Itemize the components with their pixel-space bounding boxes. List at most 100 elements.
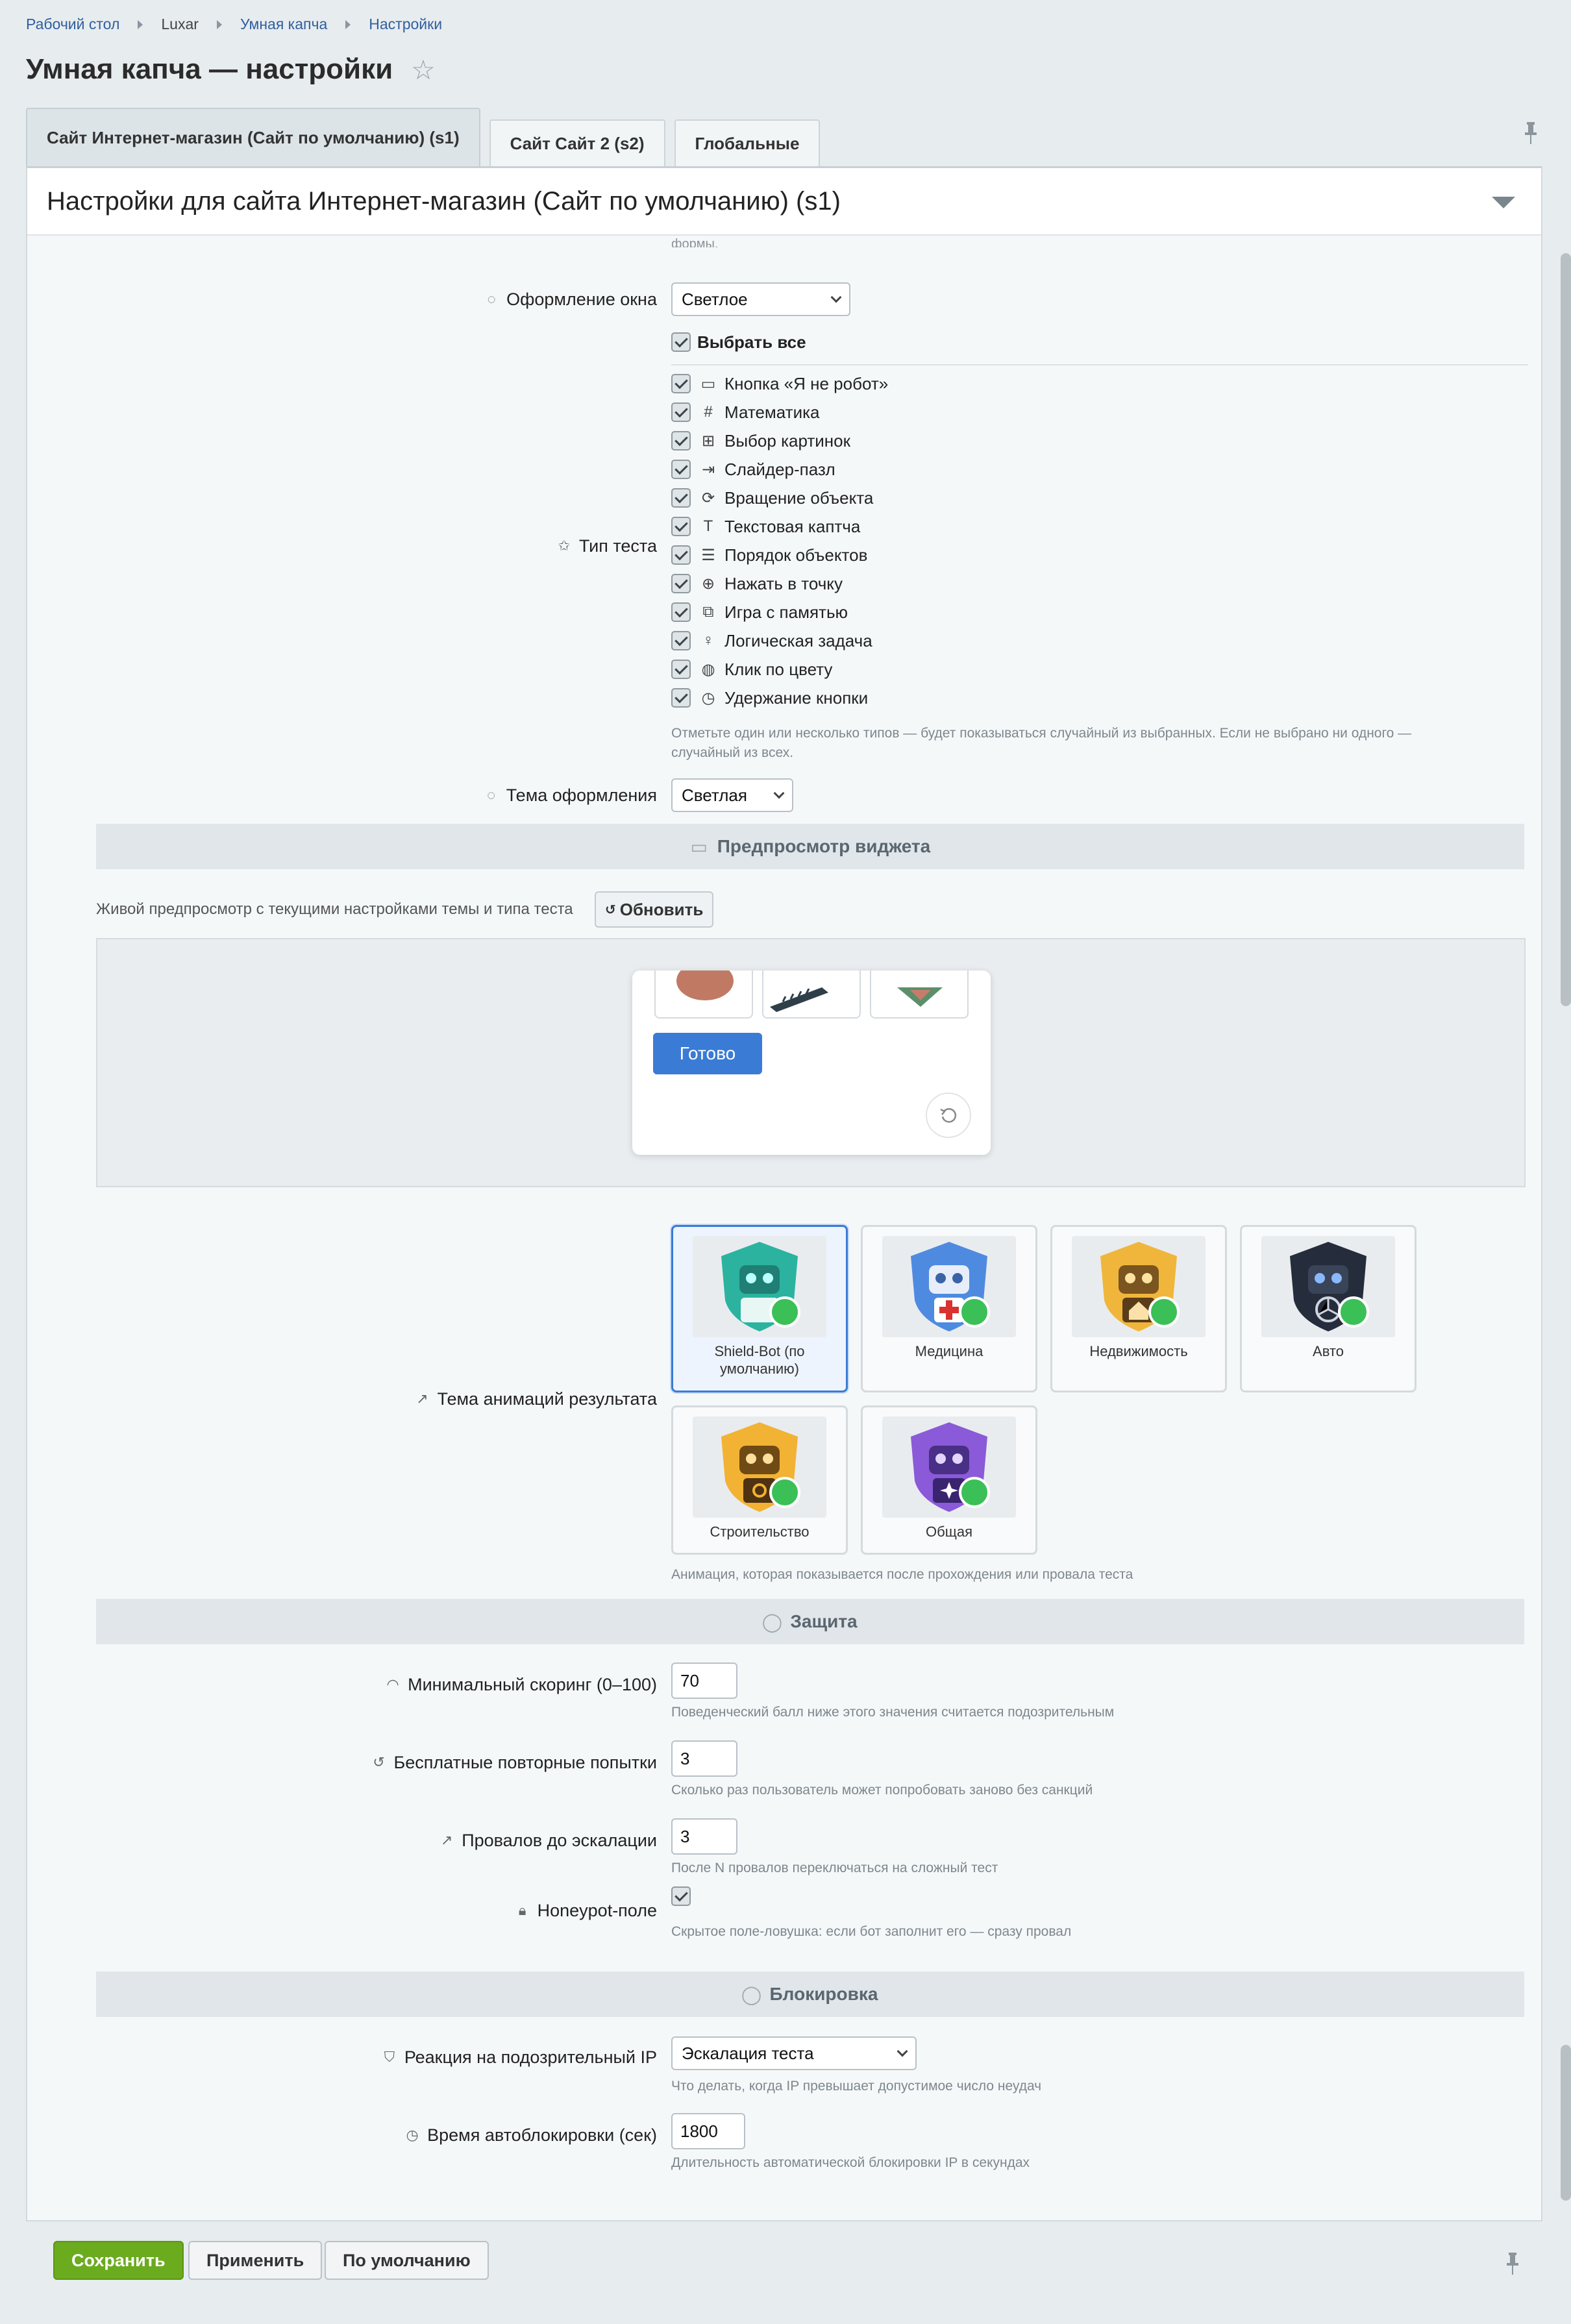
divider <box>671 364 1528 365</box>
checkbox[interactable] <box>671 602 691 622</box>
shield-icon: ⛉ <box>384 2049 395 2065</box>
tab-global[interactable]: Глобальные <box>674 119 821 166</box>
robot-construction-icon <box>693 1416 826 1518</box>
window-style-select[interactable]: Светлое <box>671 282 850 316</box>
autoblock-help: Длительность автоматической блокировки I… <box>671 2155 1030 2170</box>
done-button[interactable]: Готово <box>653 1033 762 1074</box>
anim-theme-card-shield-bot[interactable]: Shield-Bot (по умолчанию) <box>671 1225 848 1392</box>
pin-icon[interactable] <box>1523 121 1539 145</box>
default-button[interactable]: По умолчанию <box>325 2241 489 2280</box>
breadcrumb-separator-icon <box>216 19 222 29</box>
scrollbar[interactable] <box>1561 2045 1571 2201</box>
checkbox[interactable] <box>671 402 691 422</box>
test-type-item[interactable]: ⟳ Вращение объекта <box>671 485 873 511</box>
reload-icon[interactable] <box>926 1093 971 1138</box>
panel-header[interactable]: Настройки для сайта Интернет-магазин (Са… <box>27 168 1541 236</box>
checkbox[interactable] <box>671 460 691 479</box>
suspicious-ip-help: Что делать, когда IP превышает допустимо… <box>671 2079 1042 2094</box>
test-type-item[interactable]: ◷ Удержание кнопки <box>671 685 868 711</box>
favorite-star-icon[interactable]: ☆ <box>411 54 436 86</box>
checkbox[interactable] <box>671 574 691 593</box>
select-all-checkbox-row[interactable]: Выбрать все <box>671 329 806 355</box>
checkbox[interactable] <box>671 517 691 536</box>
preview-section-header: ▭ Предпросмотр виджета <box>96 824 1524 869</box>
card-caption: Shield-Bot (по умолчанию) <box>714 1343 805 1377</box>
test-type-item[interactable]: ⊕ Нажать в точку <box>671 571 843 597</box>
checkbox[interactable] <box>671 431 691 451</box>
retry-icon: ↺ <box>373 1754 385 1770</box>
slider-icon: ⇥ <box>701 460 715 478</box>
collapse-caret-icon[interactable] <box>1492 197 1515 208</box>
chevron-down-icon <box>897 2046 908 2057</box>
test-type-item[interactable]: # Математика <box>671 399 820 425</box>
captcha-widget: Готово <box>632 970 991 1155</box>
image-option[interactable] <box>762 970 861 1019</box>
theme-select[interactable]: Светлая <box>671 778 793 812</box>
shield-icon: ◯ <box>741 1984 762 2005</box>
gauge-icon: ◠ <box>386 1676 399 1692</box>
anim-theme-card-auto[interactable]: Авто <box>1240 1225 1416 1392</box>
test-type-item[interactable]: ⊞ Выбор картинок <box>671 428 850 454</box>
star-icon: ✩ <box>558 538 571 554</box>
test-type-item[interactable]: ♀ Логическая задача <box>671 628 872 654</box>
checkbox[interactable] <box>671 374 691 393</box>
breadcrumb-smart-captcha[interactable]: Умная капча <box>240 16 327 33</box>
autoblock-label: ◷ Время автоблокировки (сек) <box>404 2122 657 2148</box>
free-retries-label: ↺ Бесплатные повторные попытки <box>371 1749 657 1775</box>
honeypot-checkbox-row[interactable] <box>671 1883 691 1909</box>
refresh-icon: ↺ <box>605 902 616 917</box>
test-type-item[interactable]: ⇥ Слайдер-пазл <box>671 456 835 482</box>
tab-site-s1[interactable]: Сайт Интернет-магазин (Сайт по умолчанию… <box>26 108 480 166</box>
checkbox[interactable] <box>671 545 691 565</box>
checkbox[interactable] <box>671 660 691 679</box>
test-type-item[interactable]: ☰ Порядок объектов <box>671 542 867 568</box>
clock-icon: ◷ <box>406 2127 419 2143</box>
theme-label: ◌ Тема оформления <box>483 778 657 812</box>
test-type-item[interactable]: ◍ Клик по цвету <box>671 656 832 682</box>
anim-theme-card-construction[interactable]: Строительство <box>671 1405 848 1555</box>
checkbox[interactable] <box>671 688 691 708</box>
breadcrumb-settings[interactable]: Настройки <box>369 16 442 33</box>
robot-shield-icon <box>693 1236 826 1337</box>
checkbox[interactable] <box>671 631 691 650</box>
min-score-help: Поведенческий балл ниже этого значения с… <box>671 1705 1115 1720</box>
anim-theme-card-realestate[interactable]: Недвижимость <box>1050 1225 1227 1392</box>
anim-theme-card-medicine[interactable]: Медицина <box>861 1225 1037 1392</box>
page-title-text: Умная капча — настройки <box>26 53 393 85</box>
apply-button[interactable]: Применить <box>188 2241 323 2280</box>
chevron-down-icon <box>773 787 785 799</box>
honeypot-checkbox[interactable] <box>671 1886 691 1906</box>
breadcrumb-desktop[interactable]: Рабочий стол <box>26 16 119 33</box>
free-retries-input[interactable] <box>671 1740 737 1777</box>
card-caption: Строительство <box>710 1524 810 1540</box>
save-button[interactable]: Сохранить <box>53 2241 184 2280</box>
anim-theme-card-general[interactable]: Общая <box>861 1405 1037 1555</box>
test-type-item[interactable]: ⧉ Игра с памятью <box>671 599 848 625</box>
fails-escalation-label: ↗ Провалов до эскалации <box>438 1827 657 1853</box>
checkbox[interactable] <box>671 488 691 508</box>
image-option[interactable] <box>870 970 969 1019</box>
hash-icon: # <box>704 403 713 421</box>
autoblock-input[interactable] <box>671 2113 745 2149</box>
fails-escalation-input[interactable] <box>671 1818 737 1855</box>
trend-icon: ↗ <box>440 1832 453 1848</box>
rotate-icon: ⟳ <box>701 489 715 507</box>
scrollbar[interactable] <box>1561 253 1571 1006</box>
tab-site-s2[interactable]: Сайт Сайт 2 (s2) <box>489 119 665 166</box>
window-style-label: ◌ Оформление окна <box>483 282 657 316</box>
robot-realestate-icon <box>1072 1236 1206 1337</box>
breadcrumb-separator-icon <box>345 19 351 29</box>
select-all-checkbox[interactable] <box>671 332 691 352</box>
image-option[interactable] <box>654 970 753 1019</box>
test-type-item[interactable]: T Текстовая каптча <box>671 513 860 539</box>
page-title: Умная капча — настройки ☆ <box>26 53 436 86</box>
min-score-input[interactable] <box>671 1663 737 1699</box>
refresh-button[interactable]: ↺ Обновить <box>595 891 714 928</box>
palette-icon: ◍ <box>701 660 715 678</box>
breadcrumb-luxar[interactable]: Luxar <box>161 16 199 33</box>
test-type-item[interactable]: ▭ Кнопка «Я не робот» <box>671 371 888 397</box>
suspicious-ip-select[interactable]: Эскалация теста <box>671 2036 917 2070</box>
timer-icon: ◷ <box>701 689 715 707</box>
image-thumbnail <box>770 987 828 1012</box>
pin-icon[interactable] <box>1505 2251 1520 2276</box>
